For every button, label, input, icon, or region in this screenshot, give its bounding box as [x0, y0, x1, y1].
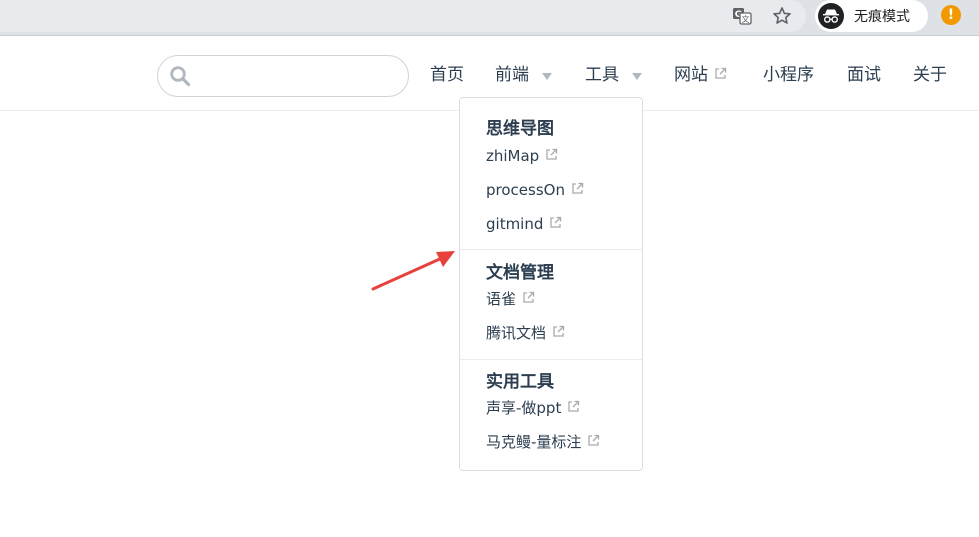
- nav-item-about[interactable]: 关于: [913, 64, 947, 86]
- svg-text:文: 文: [742, 14, 750, 24]
- external-link-icon: [545, 146, 558, 166]
- external-link-icon: [552, 323, 565, 343]
- nav-item-label: 首页: [430, 65, 464, 85]
- search-box[interactable]: [157, 55, 409, 97]
- external-link-icon: [522, 289, 535, 309]
- dropdown-link-label: zhiMap: [486, 147, 540, 165]
- star-icon[interactable]: [772, 6, 792, 26]
- external-link-icon: [714, 64, 727, 86]
- dropdown-link-markman[interactable]: 马克鳗-量标注: [486, 432, 600, 452]
- nav-item-interview[interactable]: 面试: [847, 64, 881, 86]
- dropdown-link-label: 腾讯文档: [486, 324, 547, 342]
- dropdown-link-gitmind[interactable]: gitmind: [486, 214, 562, 234]
- translate-icon[interactable]: G 文: [732, 6, 752, 26]
- annotation-arrow-icon: [371, 251, 455, 291]
- nav-item-label: 面试: [847, 65, 881, 85]
- nav-item-label: 工具: [585, 65, 619, 85]
- dropdown-link-processon[interactable]: processOn: [486, 180, 584, 200]
- nav-item-miniprogram[interactable]: 小程序: [763, 64, 814, 86]
- nav-item-tools[interactable]: 工具: [585, 64, 642, 86]
- caret-down-icon: [542, 72, 552, 80]
- dropdown-divider: [460, 249, 642, 250]
- incognito-indicator[interactable]: 无痕模式: [815, 0, 928, 32]
- search-input[interactable]: [198, 62, 398, 90]
- nav-item-websites[interactable]: 网站: [674, 64, 727, 86]
- caret-down-icon: [632, 72, 642, 80]
- search-icon: [169, 65, 191, 87]
- dropdown-link-shengxiang[interactable]: 声享-做ppt: [486, 398, 580, 418]
- dropdown-link-label: 声享-做ppt: [486, 399, 562, 417]
- external-link-icon: [571, 180, 584, 200]
- nav-item-label: 关于: [913, 65, 947, 85]
- dropdown-divider: [460, 359, 642, 360]
- nav-item-frontend[interactable]: 前端: [495, 64, 552, 86]
- external-link-icon: [567, 398, 580, 418]
- incognito-icon: [818, 3, 844, 29]
- dropdown-group-title: 实用工具: [486, 372, 554, 392]
- incognito-label: 无痕模式: [854, 9, 910, 25]
- browser-toolbar: G 文 无痕模式 !: [0, 0, 979, 36]
- dropdown-link-label: gitmind: [486, 215, 544, 233]
- external-link-icon: [549, 214, 562, 234]
- dropdown-link-label: 马克鳗-量标注: [486, 433, 582, 451]
- dropdown-link-zhimap[interactable]: zhiMap: [486, 146, 558, 166]
- alert-icon[interactable]: !: [941, 5, 961, 25]
- nav-item-label: 小程序: [763, 65, 814, 85]
- external-link-icon: [587, 432, 600, 452]
- dropdown-link-label: 语雀: [486, 290, 517, 308]
- dropdown-link-label: processOn: [486, 181, 565, 199]
- dropdown-group-title: 思维导图: [486, 119, 554, 139]
- nav-item-label: 网站: [674, 65, 708, 85]
- dropdown-link-yuque[interactable]: 语雀: [486, 289, 535, 309]
- tools-dropdown-menu: 思维导图 zhiMap processOn gitmind 文档管理 语雀 腾讯…: [459, 97, 643, 471]
- nav-item-label: 前端: [495, 65, 529, 85]
- dropdown-link-tencent-docs[interactable]: 腾讯文档: [486, 323, 565, 343]
- address-bar[interactable]: [0, 0, 806, 32]
- dropdown-group-title: 文档管理: [486, 263, 554, 283]
- nav-item-home[interactable]: 首页: [430, 64, 464, 86]
